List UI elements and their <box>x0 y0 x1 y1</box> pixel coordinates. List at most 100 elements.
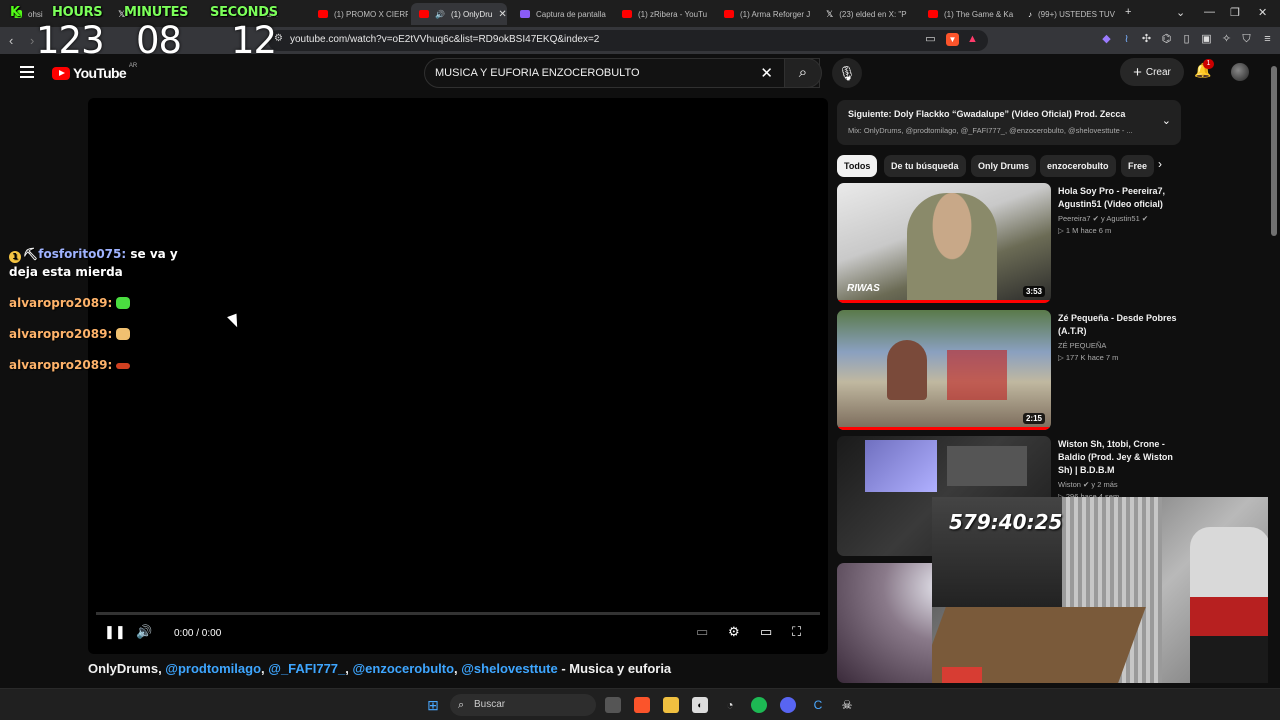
tab-promo[interactable]: (1) PROMO X CIERR <box>310 3 408 25</box>
youtube-logo[interactable]: YouTube AR <box>52 63 137 81</box>
obs-icon[interactable]: ◐ <box>692 697 708 713</box>
tab-arma[interactable]: (1) Arma Reforger J <box>716 3 816 25</box>
channel-name[interactable]: Wiston ✔ y 2 más <box>1058 480 1181 489</box>
mention-link[interactable]: @_FAFI777_ <box>268 661 345 676</box>
kick-logo-icon: K <box>10 5 20 20</box>
brave-browser-icon[interactable] <box>634 697 650 713</box>
settings-icon[interactable]: ⚙ <box>728 624 740 640</box>
tab-thegame[interactable]: (1) The Game & Ka <box>920 3 1020 25</box>
app-icon[interactable]: ◔ <box>722 697 738 713</box>
tab-label: (1) The Game & Ka <box>944 9 1014 19</box>
vpn-icon[interactable]: ⛉ <box>1240 33 1253 46</box>
duration-badge: 2:15 <box>1022 413 1045 424</box>
video-item[interactable]: RIWAS 3:53 Hola Soy Pro - Peereira7, Agu… <box>837 183 1181 303</box>
chip-only-drums[interactable]: Only Drums <box>971 155 1037 177</box>
channel-name[interactable]: Peereira7 ✔ y Agustin51 ✔ <box>1058 214 1181 223</box>
webcam-timer: 579:40:25 <box>949 510 1063 534</box>
speaker-icon: 🔊 <box>435 9 445 19</box>
chip-de-tu-busqueda[interactable]: De tu búsqueda <box>884 155 966 177</box>
leo-icon[interactable]: ⌬ <box>1160 33 1173 46</box>
taskbar-search[interactable]: ⌕ Buscar <box>450 694 596 716</box>
discord-icon[interactable] <box>780 697 796 713</box>
task-view-icon[interactable] <box>605 697 621 713</box>
brave-shield-icon[interactable]: ▼ <box>946 33 959 46</box>
voice-search-button[interactable]: 🎙 <box>832 58 862 88</box>
fullscreen-icon[interactable]: ⛶ <box>792 624 801 640</box>
tab-label: (1) Arma Reforger J <box>740 9 811 19</box>
spotify-icon[interactable] <box>751 697 767 713</box>
pause-icon[interactable]: ❚❚ <box>104 624 126 640</box>
brave-rewards-icon[interactable]: ▲ <box>966 33 979 46</box>
wallet2-icon[interactable]: ▣ <box>1200 33 1213 46</box>
chevron-down-icon[interactable]: ⌄ <box>1162 114 1171 127</box>
video-thumbnail[interactable]: 2:15 <box>837 310 1051 430</box>
chat-username: alvaropro2089 <box>9 296 108 310</box>
menu-icon[interactable]: ≡ <box>1261 33 1274 46</box>
sidebar-icon[interactable]: ▯ <box>1180 33 1193 46</box>
notifications-button[interactable]: 🔔 1 <box>1194 59 1214 79</box>
plus-icon: + <box>1133 63 1142 81</box>
tab-captura[interactable]: Captura de pantalla <box>512 3 610 25</box>
mention-link[interactable]: @prodtomilago <box>165 661 261 676</box>
hamburger-menu-icon[interactable] <box>20 66 34 78</box>
back-icon[interactable]: ‹ <box>9 33 13 48</box>
tab-label: (1) PROMO X CIERR <box>334 9 408 19</box>
keyboard <box>942 667 982 683</box>
app-c-icon[interactable]: C <box>810 697 826 713</box>
mention-link[interactable]: @shelovesttute <box>461 661 557 676</box>
theater-mode-icon[interactable]: ▭ <box>760 624 772 640</box>
chat-badge-icon: 1 <box>9 251 21 263</box>
video-item[interactable]: 2:15 Zé Pequeña - Desde Pobres (A.T.R) Z… <box>837 310 1181 430</box>
duration-badge: 3:53 <box>1022 286 1045 297</box>
page-scrollbar[interactable] <box>1268 54 1280 688</box>
forward-icon[interactable]: › <box>30 33 34 48</box>
chevron-right-icon[interactable]: › <box>1158 157 1162 171</box>
minimize-icon[interactable]: — <box>1204 6 1215 18</box>
volume-icon[interactable]: 🔊 <box>136 624 152 640</box>
chip-todos[interactable]: Todos <box>837 155 878 177</box>
skull-icon[interactable]: ☠ <box>839 697 855 713</box>
create-button[interactable]: + Crear <box>1120 58 1184 86</box>
search-button[interactable]: ⌕ <box>784 58 822 88</box>
progress-bar[interactable] <box>96 612 820 615</box>
file-explorer-icon[interactable] <box>663 697 679 713</box>
url-field[interactable]: ⚙ youtube.com/watch?v=oE2tVVhuq6c&list=R… <box>268 30 988 51</box>
address-bar-row: ‹ › ⚙ youtube.com/watch?v=oE2tVVhuq6c&li… <box>0 27 1280 54</box>
avatar[interactable] <box>1231 63 1249 81</box>
pickaxe-icon: ⛏ <box>23 247 39 261</box>
windows-start-icon[interactable]: ⊞ <box>425 697 441 713</box>
search-input[interactable]: MUSICA Y EUFORIA ENZOCEROBULTO ✕ <box>424 58 820 88</box>
taskbar-search-label: Buscar <box>474 699 506 710</box>
pen-icon <box>520 10 530 18</box>
video-thumbnail[interactable]: RIWAS 3:53 <box>837 183 1051 303</box>
x-icon: 𝕏 <box>826 8 834 19</box>
puzzle-icon[interactable]: ✣ <box>1140 33 1153 46</box>
emote-icon <box>116 328 131 340</box>
close-window-icon[interactable]: ✕ <box>1258 6 1267 19</box>
chip-enzocerobulto[interactable]: enzocerobulto <box>1040 155 1116 177</box>
mention-link[interactable]: @enzocerobulto <box>353 661 455 676</box>
wallet-icon[interactable]: ≀ <box>1120 33 1133 46</box>
video-meta: ▷ 177 K hace 7 m <box>1058 353 1119 362</box>
chip-free[interactable]: Free <box>1121 155 1155 177</box>
cast-icon[interactable]: ▭ <box>924 33 937 46</box>
tab-tiktok[interactable]: ♪ (99+) USTEDES TUV <box>1020 3 1120 25</box>
channel-name[interactable]: ZÉ PEQUEÑA <box>1058 341 1181 350</box>
tab-onlydrums[interactable]: 🔊 (1) OnlyDru ✕ <box>411 3 507 25</box>
extension-icon[interactable]: ◆ <box>1100 33 1113 46</box>
subtitles-icon[interactable]: ▭ <box>696 624 708 640</box>
tab-search-icon[interactable]: ⌄ <box>1176 6 1185 19</box>
tab-elded[interactable]: 𝕏 (23) elded en X: "P <box>818 3 918 25</box>
ai-icon[interactable]: ✧ <box>1220 33 1233 46</box>
restore-icon[interactable]: ❐ <box>1230 6 1240 19</box>
chat-message: alvaropro2089: <box>9 356 189 374</box>
tab-label: ohsi <box>28 9 43 19</box>
chat-message: alvaropro2089: <box>9 325 189 343</box>
tab-zribera[interactable]: (1) zRibera - YouTu <box>614 3 714 25</box>
video-player[interactable]: ❚❚ 🔊 0:00 / 0:00 ▭ ⚙ ▭ ⛶ <box>88 98 828 654</box>
scrollbar-thumb[interactable] <box>1271 66 1277 236</box>
clear-search-icon[interactable]: ✕ <box>760 64 773 82</box>
new-tab-icon[interactable]: + <box>1125 6 1131 18</box>
up-next-panel[interactable]: Siguiente: Doly Flackko “Gwadalupe” (Vid… <box>837 100 1181 145</box>
close-tab-icon[interactable]: ✕ <box>498 9 506 20</box>
